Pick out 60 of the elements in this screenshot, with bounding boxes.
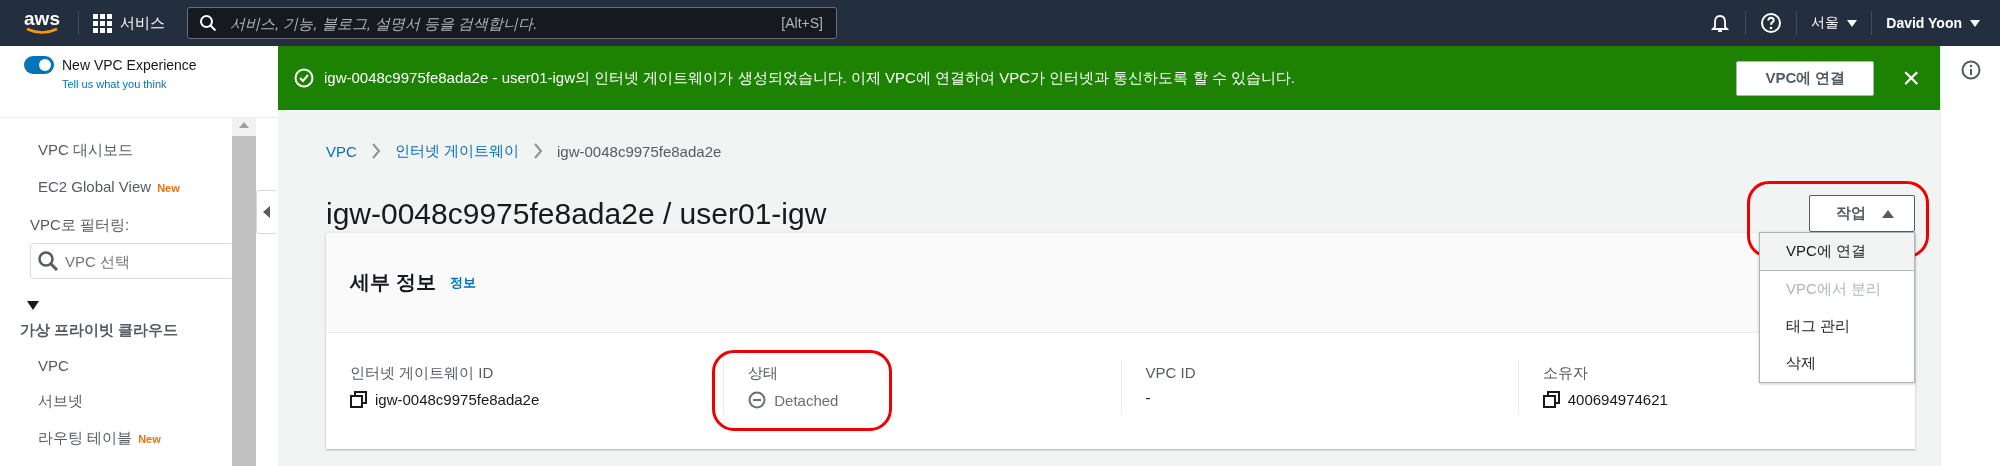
- sidebar-item[interactable]: EC2 Global View New: [20, 169, 232, 204]
- menu-item[interactable]: VPC에 연결: [1760, 233, 1914, 271]
- info-icon[interactable]: [1960, 60, 1981, 80]
- bell-icon[interactable]: [1709, 12, 1732, 34]
- field-label: VPC ID: [1145, 364, 1196, 381]
- menu-item[interactable]: 태그 관리: [1760, 308, 1914, 345]
- search-icon: [37, 250, 59, 272]
- aws-logo[interactable]: aws: [20, 11, 64, 35]
- breadcrumb-link[interactable]: VPC: [326, 142, 357, 160]
- success-icon: [294, 68, 314, 88]
- caret-icon: [1970, 18, 1980, 28]
- new-label: New: [157, 182, 180, 194]
- attach-vpc-button[interactable]: VPC에 연결: [1736, 60, 1875, 96]
- field-value: igw-0048c9975fe8ada2e: [375, 391, 540, 408]
- caret-left-icon: [262, 206, 271, 218]
- menu-item[interactable]: 삭제: [1760, 345, 1914, 382]
- chevron-right-icon: [533, 143, 543, 159]
- close-button[interactable]: ×: [1884, 63, 1920, 93]
- card-title: 세부 정보: [350, 270, 436, 295]
- grid-icon: [93, 13, 112, 33]
- actions-dropdown-button[interactable]: 작업: [1809, 195, 1915, 232]
- toggle-label: New VPC Experience: [62, 57, 197, 73]
- sidebar-item[interactable]: 서브넷: [20, 383, 232, 420]
- copy-icon[interactable]: [1542, 391, 1560, 408]
- copy-icon[interactable]: [350, 391, 367, 408]
- page-title: igw-0048c9975fe8ada2e / user01-igw: [326, 196, 827, 232]
- filter-label: VPC로 필터링:: [29, 215, 131, 235]
- expand-triangle-icon[interactable]: [26, 299, 40, 311]
- breadcrumb-current: igw-0048c9975fe8ada2e: [557, 142, 722, 160]
- account-menu[interactable]: David Yoon: [1886, 15, 1980, 31]
- status-text: Detached: [774, 391, 839, 409]
- search-icon: [199, 14, 217, 32]
- help-icon[interactable]: [1760, 12, 1783, 34]
- services-menu[interactable]: 서비스: [93, 13, 165, 33]
- scrollbar[interactable]: [232, 118, 256, 466]
- sidebar-item[interactable]: VPC: [20, 348, 232, 383]
- caret-icon: [1847, 18, 1858, 28]
- banner-message: igw-0048c9975fe8ada2e - user01-igw의 인터넷 게이트웨이가 생성되었습니다. 이제 VPC에 연결하여 VPC가 인터넷과 통신하도록 할 수 있습니다.: [324, 68, 1297, 88]
- shortcut-hint: [Alt+S]: [781, 15, 823, 31]
- section-heading: 가상 프라이빗 클라우드: [20, 320, 180, 340]
- info-link[interactable]: 정보: [449, 273, 476, 292]
- feedback-link[interactable]: Tell us what you think: [62, 78, 167, 90]
- smile-icon: [25, 27, 59, 35]
- menu-item: VPC에서 분리: [1785, 279, 1882, 299]
- collapse-sidebar-button[interactable]: [256, 190, 276, 234]
- field-label: 인터넷 게이트웨이 ID: [350, 364, 494, 383]
- breadcrumb-link[interactable]: 인터넷 게이트웨이: [394, 141, 519, 161]
- field-label: 상태: [748, 364, 779, 383]
- field-value: 400694974621: [1567, 391, 1668, 408]
- field-label: 소유자: [1542, 364, 1588, 383]
- vpc-filter-field[interactable]: VPC 선택: [30, 243, 232, 279]
- sidebar-item[interactable]: 라우팅 테이블 New: [20, 420, 232, 457]
- new-label: New: [138, 433, 161, 445]
- region-menu[interactable]: 서울: [1811, 14, 1858, 32]
- field-value: -: [1145, 389, 1151, 406]
- status-icon: [748, 391, 767, 409]
- sidebar-item[interactable]: VPC 대시보드: [20, 132, 232, 169]
- toggle-switch[interactable]: [24, 56, 54, 74]
- chevron-right-icon: [370, 143, 381, 159]
- caret-icon: [1882, 208, 1894, 219]
